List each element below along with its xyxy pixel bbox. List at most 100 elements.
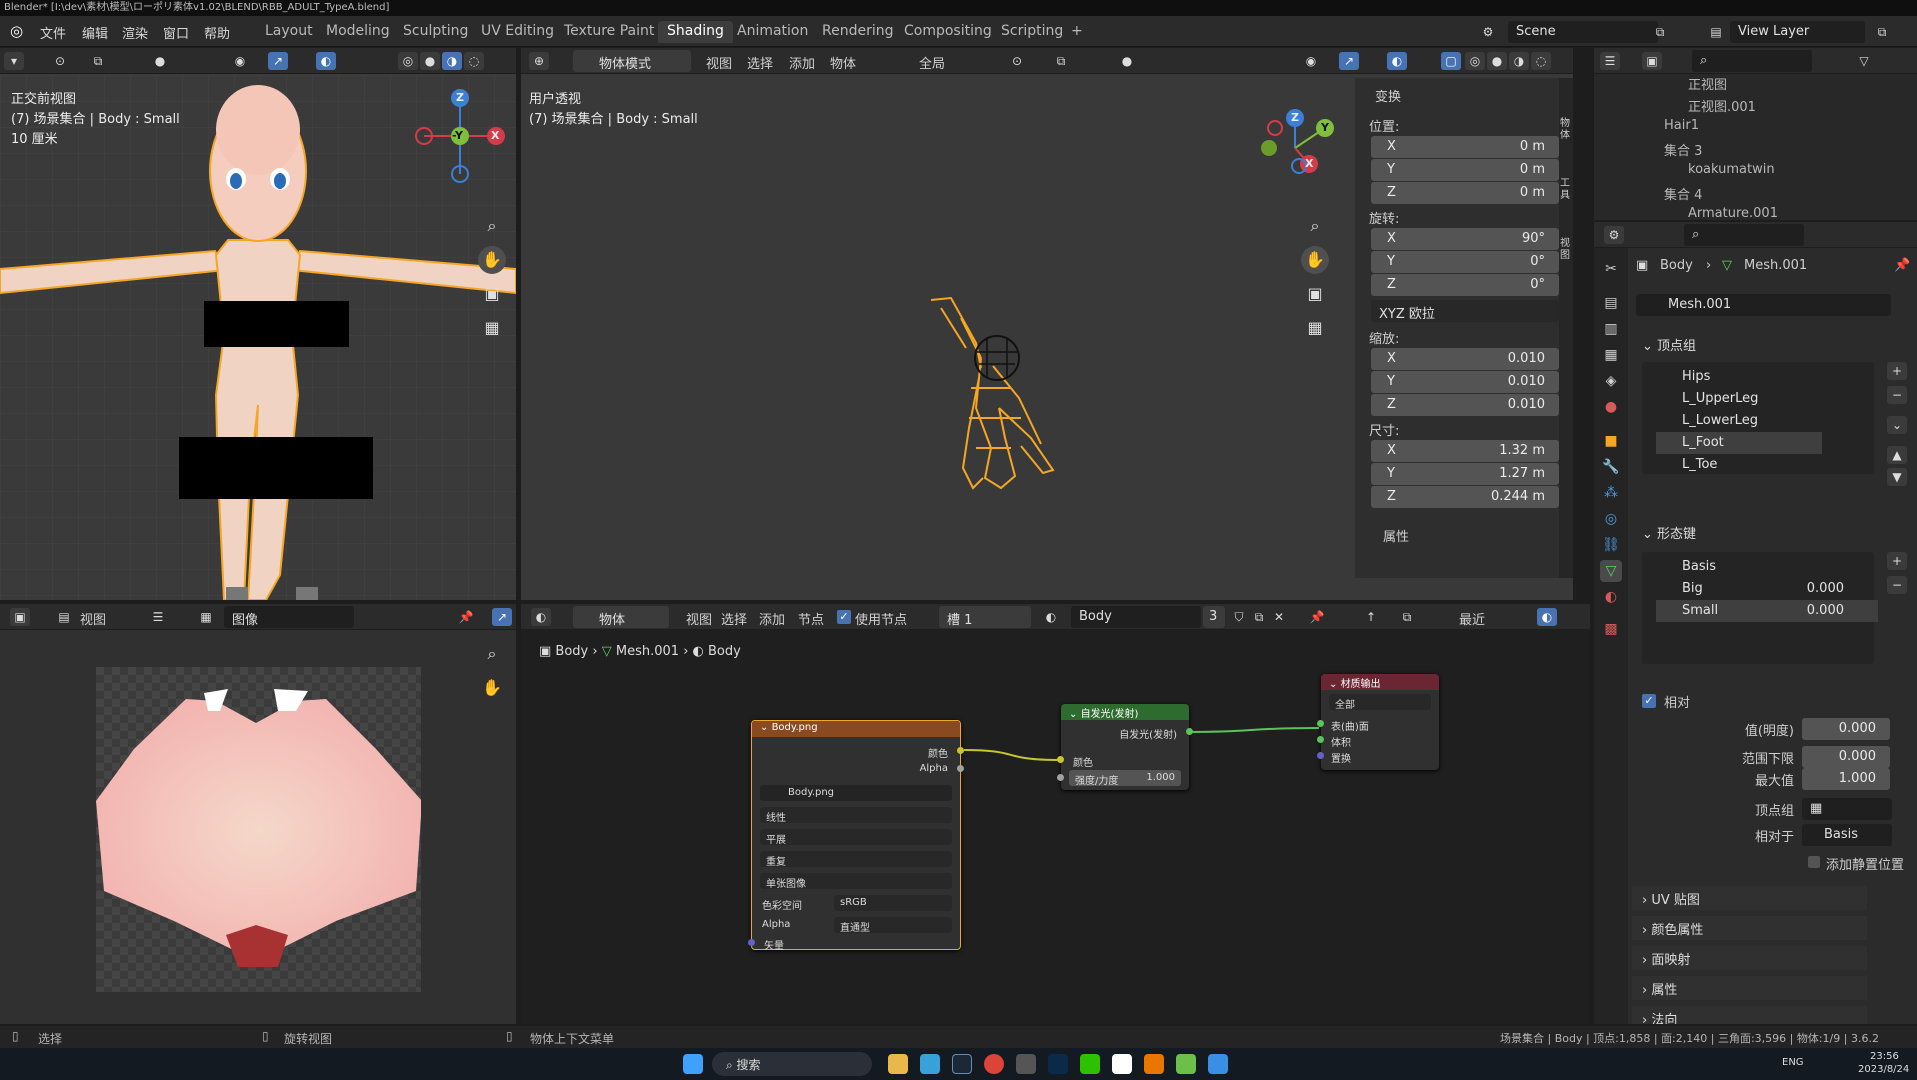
wireframe-shading-icon[interactable]: ◎	[1465, 52, 1485, 70]
rotation-z-field[interactable]: Z 0°	[1371, 274, 1559, 296]
overlay-toggle-icon[interactable]: ◐	[1387, 52, 1407, 70]
node-header[interactable]: ⌄ 自发光(发射)	[1061, 704, 1189, 720]
proportional-icon[interactable]: ●	[1117, 52, 1137, 70]
perspective-toggle-icon[interactable]: ▦	[1301, 314, 1329, 342]
vertex-group-field[interactable]: ▦	[1802, 798, 1892, 820]
chrome-icon[interactable]	[984, 1054, 1004, 1074]
texture-tab-icon[interactable]: ▩	[1600, 618, 1622, 640]
pin-icon[interactable]: 📌	[456, 608, 476, 626]
zoom-icon[interactable]: ⌕	[1301, 212, 1329, 240]
outliner-row[interactable]: Armature.001	[1594, 206, 1917, 220]
outliner[interactable]: ☰ ▣ ⌕ ▽ 正视图 正视图.001 Hair1 集合 3 koakumatw…	[1594, 48, 1917, 220]
constraints-tab-icon[interactable]: ⛓	[1600, 534, 1622, 556]
target-dropdown[interactable]: 全部	[1329, 694, 1431, 711]
tab-texture-paint[interactable]: Texture Paint	[555, 21, 663, 43]
tab-layout[interactable]: Layout	[256, 21, 322, 43]
outliner-row[interactable]: koakumatwin	[1594, 162, 1917, 184]
filter-icon[interactable]: ▽	[1854, 52, 1874, 70]
left-3d-viewport[interactable]: ▾ ⊙ ⧉ ● ◉ ↗ ◐ ◎ ● ◑ ◌ 正交前视图 (7) 场景集合 | B…	[0, 48, 516, 600]
normals-section[interactable]: › 法向	[1632, 1006, 1867, 1024]
outliner-row[interactable]: 集合 4	[1594, 184, 1917, 206]
value-field[interactable]: 0.000	[1802, 718, 1890, 740]
location-y-field[interactable]: Y 0 m	[1371, 159, 1559, 181]
scale-x-field[interactable]: X 0.010	[1371, 348, 1559, 370]
wireframe-shading-icon[interactable]: ◎	[398, 52, 418, 70]
emission-output-socket[interactable]	[1186, 728, 1193, 735]
properties-search[interactable]: ⌕	[1684, 224, 1804, 246]
alpha-mode-dropdown[interactable]: 直通型	[834, 917, 952, 934]
tab-uv-editing[interactable]: UV Editing	[472, 21, 563, 43]
outliner-row[interactable]: 正视图	[1594, 74, 1917, 96]
particles-tab-icon[interactable]: ⁂	[1600, 482, 1622, 504]
scene-icon[interactable]: ⚙	[1478, 23, 1498, 41]
vector-input-socket[interactable]	[748, 939, 755, 946]
tab-sculpting[interactable]: Sculpting	[394, 21, 477, 43]
color-attributes-section[interactable]: › 颜色属性	[1632, 916, 1867, 940]
tab-scripting[interactable]: Scripting	[992, 21, 1072, 43]
rendered-shading-icon[interactable]: ◌	[464, 52, 484, 70]
move-down-icon[interactable]: ▼	[1887, 468, 1907, 486]
outliner-row[interactable]: 正视图.001	[1594, 96, 1917, 118]
solid-shading-icon[interactable]: ●	[420, 52, 440, 70]
list-item[interactable]: Basis	[1656, 556, 1878, 578]
ortho-grid-icon[interactable]: ▦	[478, 314, 506, 342]
location-x-field[interactable]: X 0 m	[1371, 136, 1559, 158]
vertex-group-list[interactable]: Hips L_UpperLeg L_LowerLeg L_Foot L_Toe	[1642, 362, 1874, 474]
gizmo-toggle-icon[interactable]: ↗	[268, 52, 288, 70]
rotation-x-field[interactable]: X 90°	[1371, 228, 1559, 250]
snap-icon[interactable]: ⧉	[88, 52, 108, 70]
list-item[interactable]: Hips	[1656, 366, 1822, 388]
menu-file[interactable]: 文件	[40, 23, 66, 42]
scene-tab-icon[interactable]: ◈	[1600, 370, 1622, 392]
remove-vertex-group-icon[interactable]: −	[1887, 386, 1907, 404]
notepad-icon[interactable]	[920, 1054, 940, 1074]
scale-y-field[interactable]: Y 0.010	[1371, 371, 1559, 393]
material-tab-icon[interactable]: ◐	[1600, 586, 1622, 608]
rendered-shading-icon[interactable]: ◌	[1531, 52, 1551, 70]
node-header[interactable]: ⌄ Body.png	[752, 721, 960, 737]
new-scene-icon[interactable]: ⧉	[1650, 23, 1670, 41]
list-item[interactable]: L_LowerLeg	[1656, 410, 1822, 432]
add-vertex-group-icon[interactable]: +	[1887, 362, 1907, 380]
image-browse-icon[interactable]: ▦	[196, 608, 216, 626]
new-view-layer-icon[interactable]: ⧉	[1872, 23, 1892, 41]
image-mode-icon[interactable]: ▤	[54, 608, 74, 626]
shape-key-list[interactable]: Basis Big 0.000 Small 0.000	[1642, 552, 1878, 664]
zoom-icon[interactable]: ⌕	[478, 212, 506, 240]
visibility-icon[interactable]: ◉	[1301, 52, 1321, 70]
dimensions-z-field[interactable]: Z 0.244 m	[1371, 486, 1559, 508]
pivot-icon[interactable]: ⊙	[50, 52, 70, 70]
node-header[interactable]: ⌄ 材质输出	[1321, 674, 1439, 690]
properties-editor[interactable]: ⚙ ⌕ ✂ ▤ ▥ ▦ ◈ ● ■ 🔧 ⁂ ◎ ⛓ ▽ ◐ ▩ ▣ Body ›…	[1594, 222, 1917, 1024]
menu-view[interactable]: 视图	[706, 53, 732, 72]
scale-z-field[interactable]: Z 0.010	[1371, 394, 1559, 416]
menu-view[interactable]: 视图	[80, 609, 106, 628]
render-tab-icon[interactable]: ▤	[1600, 292, 1622, 314]
material-shading-icon[interactable]: ◑	[1509, 52, 1529, 70]
editor-type-icon[interactable]: ⚙	[1604, 226, 1624, 244]
image-texture-node[interactable]: ⌄ Body.png 颜色 Alpha Body.png 线性 平展 重复 单张…	[748, 720, 964, 952]
list-item-selected[interactable]: Small 0.000	[1656, 600, 1878, 622]
remove-shape-key-icon[interactable]: −	[1887, 576, 1907, 594]
menu-add[interactable]: 添加	[789, 53, 815, 72]
pan-icon[interactable]: ✋	[478, 246, 506, 274]
outliner-row[interactable]: Hair1	[1594, 118, 1917, 140]
relative-to-field[interactable]: Basis	[1802, 824, 1892, 846]
rotation-y-field[interactable]: Y 0°	[1371, 251, 1559, 273]
source-dropdown[interactable]: 单张图像	[760, 873, 952, 890]
scene-field[interactable]: Scene	[1508, 21, 1658, 43]
projection-dropdown[interactable]: 平展	[760, 829, 952, 846]
attributes-section[interactable]: › 属性	[1632, 976, 1867, 1000]
range-min-field[interactable]: 0.000	[1802, 746, 1890, 768]
menu-select[interactable]: 选择	[747, 53, 773, 72]
tab-shading[interactable]: Shading	[658, 21, 733, 43]
windows-start-icon[interactable]	[683, 1054, 703, 1074]
gizmo-toggle-icon[interactable]: ↗	[492, 608, 512, 626]
color-input-socket[interactable]	[1057, 756, 1064, 763]
taskbar-search[interactable]: ⌕ 搜索	[712, 1052, 872, 1076]
add-shape-key-icon[interactable]: +	[1887, 552, 1907, 570]
overlay-toggle-icon[interactable]: ◐	[316, 52, 336, 70]
material-shading-icon[interactable]: ◑	[442, 52, 462, 70]
display-mode-icon[interactable]: ▣	[1642, 52, 1662, 70]
vertex-groups-header[interactable]: ⌄ 顶点组	[1632, 332, 1867, 356]
